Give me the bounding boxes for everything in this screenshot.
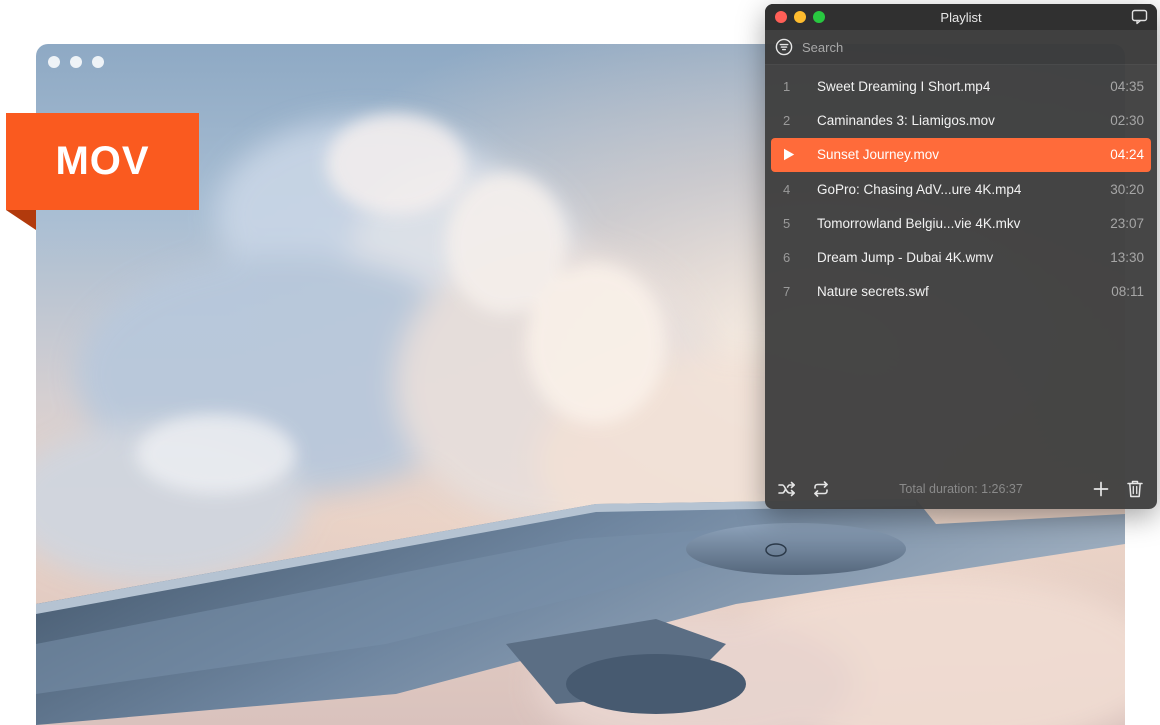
- playlist-title: Playlist: [940, 9, 982, 25]
- badge-fold: [6, 210, 36, 230]
- item-duration: 23:07: [1110, 215, 1144, 231]
- close-button[interactable]: [775, 11, 787, 23]
- playlist-item[interactable]: 1 Sweet Dreaming I Short.mp4 04:35: [771, 69, 1151, 103]
- playlist-list: 1 Sweet Dreaming I Short.mp4 04:35 2 Cam…: [765, 65, 1157, 309]
- item-duration: 04:24: [1110, 147, 1144, 163]
- item-title: Dream Jump - Dubai 4K.wmv: [817, 250, 994, 266]
- item-title: Nature secrets.swf: [817, 284, 929, 300]
- window-controls: [48, 56, 104, 68]
- item-number: 1: [783, 78, 791, 94]
- chat-bubble-icon[interactable]: [1131, 9, 1148, 25]
- playlist-item[interactable]: 4 GoPro: Chasing AdV...ure 4K.mp4 30:20: [771, 172, 1151, 206]
- maximize-button[interactable]: [813, 11, 825, 23]
- item-title: Tomorrowland Belgiu...vie 4K.mkv: [817, 215, 1021, 231]
- item-number: 2: [783, 112, 791, 128]
- item-number: 6: [783, 250, 791, 266]
- item-title: Sweet Dreaming I Short.mp4: [817, 78, 991, 94]
- search-input[interactable]: [802, 39, 1102, 55]
- playlist-item-playing[interactable]: Sunset Journey.mov 04:24: [771, 137, 1151, 172]
- filter-search-icon[interactable]: [775, 38, 793, 56]
- format-badge: MOV: [6, 113, 199, 210]
- playlist-item[interactable]: 5 Tomorrowland Belgiu...vie 4K.mkv 23:07: [771, 206, 1151, 240]
- item-duration: 02:30: [1110, 112, 1144, 128]
- item-duration: 30:20: [1110, 181, 1144, 197]
- format-badge-label: MOV: [55, 139, 150, 183]
- item-title: Caminandes 3: Liamigos.mov: [817, 112, 995, 128]
- repeat-icon[interactable]: [811, 479, 831, 499]
- item-number: 7: [783, 284, 791, 300]
- playlist-item[interactable]: 7 Nature secrets.swf 08:11: [771, 275, 1151, 309]
- window-dot[interactable]: [92, 56, 104, 68]
- playlist-item[interactable]: 2 Caminandes 3: Liamigos.mov 02:30: [771, 103, 1151, 137]
- total-duration: Total duration: 1:26:37: [899, 482, 1023, 496]
- plus-icon[interactable]: [1091, 479, 1111, 499]
- playlist-footer: Total duration: 1:26:37: [765, 469, 1157, 509]
- playlist-titlebar: Playlist: [765, 4, 1157, 30]
- item-number: 4: [783, 181, 791, 197]
- item-duration: 13:30: [1110, 250, 1144, 266]
- window-dot[interactable]: [70, 56, 82, 68]
- window-dot[interactable]: [48, 56, 60, 68]
- item-number: 5: [783, 215, 791, 231]
- item-title: GoPro: Chasing AdV...ure 4K.mp4: [817, 181, 1022, 197]
- playlist-window-controls: [775, 11, 825, 23]
- item-duration: 04:35: [1110, 78, 1144, 94]
- play-icon: [783, 148, 817, 161]
- item-title: Sunset Journey.mov: [817, 147, 940, 163]
- playlist-panel: Playlist 1 Sweet Dreaming I Short.mp4 04…: [765, 4, 1157, 509]
- item-duration: 08:11: [1111, 284, 1144, 300]
- playlist-search-bar: [765, 30, 1157, 65]
- playlist-item[interactable]: 6 Dream Jump - Dubai 4K.wmv 13:30: [771, 240, 1151, 274]
- minimize-button[interactable]: [794, 11, 806, 23]
- shuffle-icon[interactable]: [777, 479, 797, 499]
- trash-icon[interactable]: [1125, 479, 1145, 499]
